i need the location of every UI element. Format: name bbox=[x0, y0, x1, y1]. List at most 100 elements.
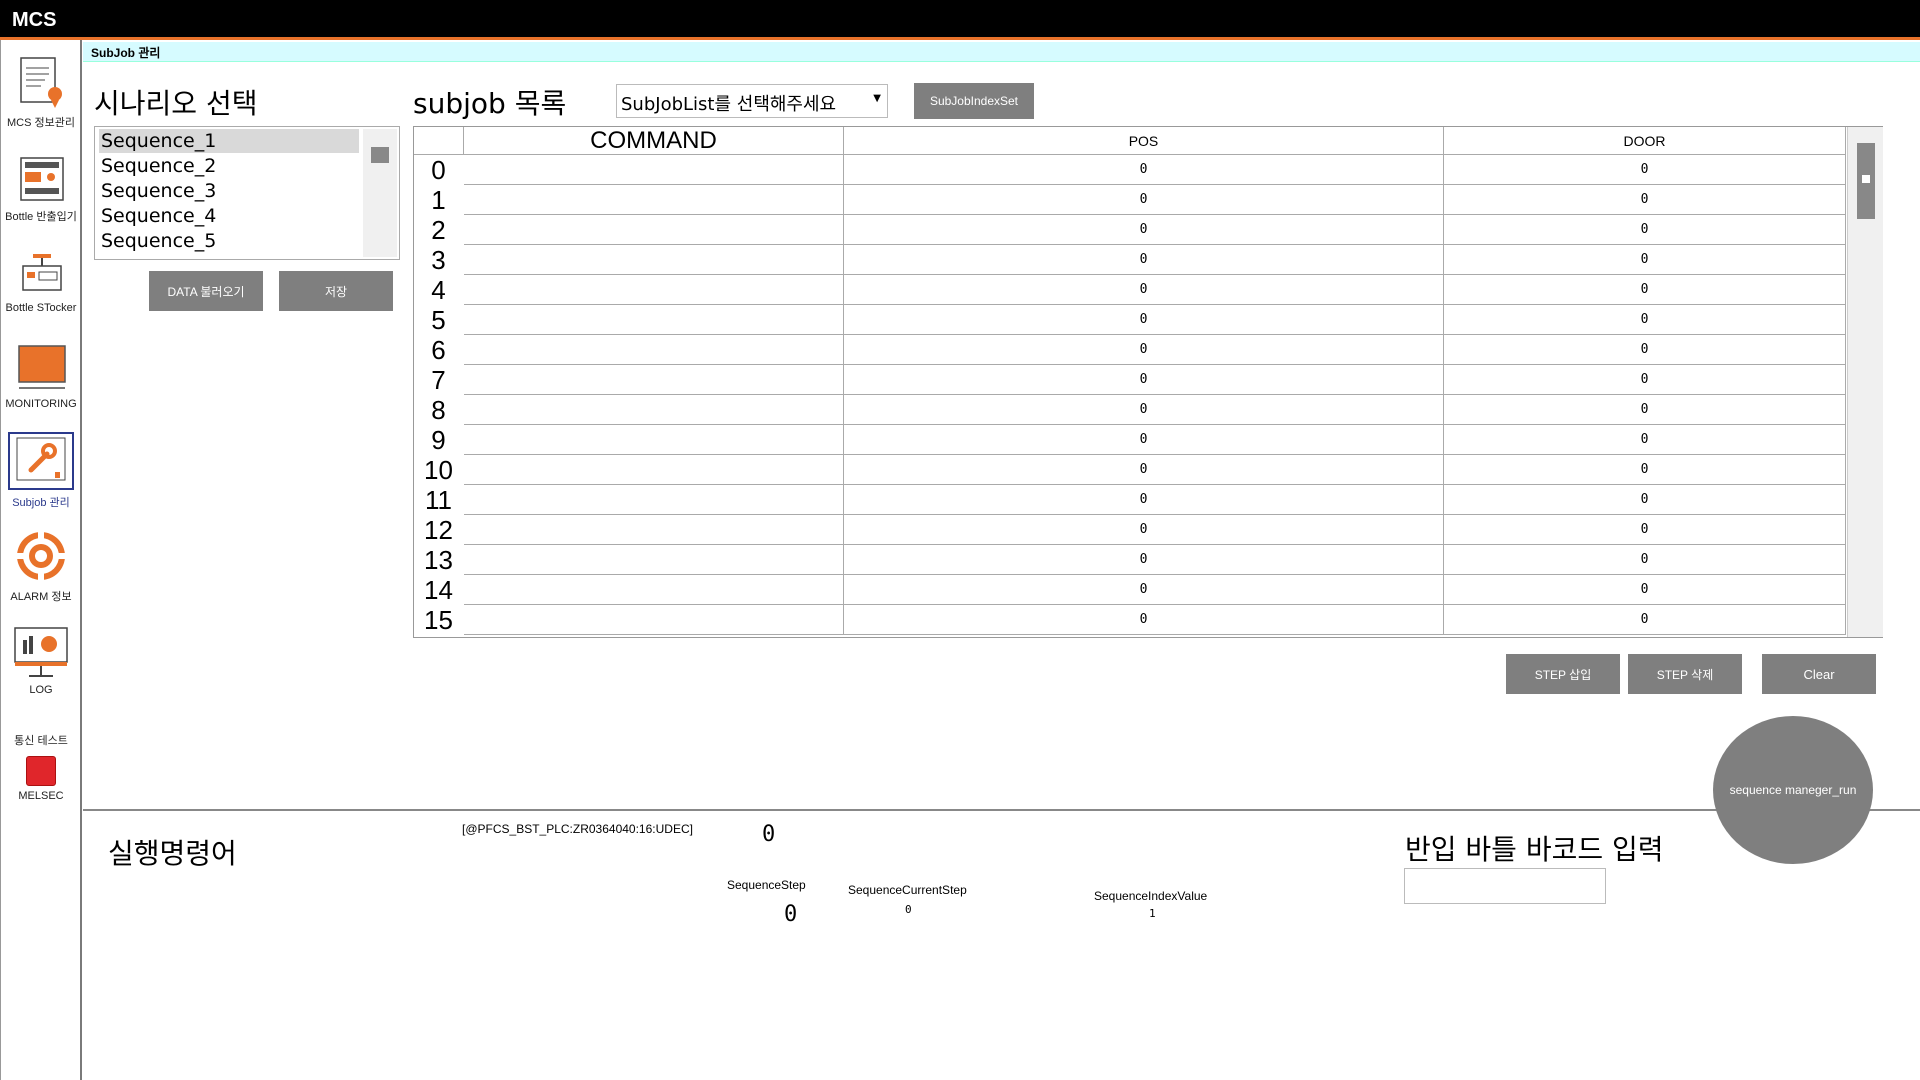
scenario-list[interactable]: Sequence_1 Sequence_2 Sequence_3 Sequenc… bbox=[94, 126, 400, 260]
door-cell[interactable]: 0 bbox=[1444, 425, 1846, 455]
list-item[interactable]: Sequence_2 bbox=[99, 154, 359, 178]
sidebar-item-bottle-io[interactable]: Bottle 반출입기 bbox=[1, 154, 81, 224]
subjob-select[interactable]: SubJobList를 선택해주세요 ▼ bbox=[616, 84, 888, 118]
command-cell[interactable] bbox=[464, 365, 844, 395]
comm-test-section: 통신 테스트 MELSEC bbox=[1, 732, 81, 802]
door-cell[interactable]: 0 bbox=[1444, 395, 1846, 425]
command-cell[interactable] bbox=[464, 425, 844, 455]
command-cell[interactable] bbox=[464, 515, 844, 545]
sidebar-item-alarm[interactable]: ALARM 정보 bbox=[1, 528, 81, 604]
wrench-icon bbox=[16, 437, 66, 481]
pos-cell[interactable]: 0 bbox=[844, 455, 1444, 485]
command-cell[interactable] bbox=[464, 575, 844, 605]
door-cell[interactable]: 0 bbox=[1444, 155, 1846, 185]
command-cell[interactable] bbox=[464, 545, 844, 575]
tab-subjob[interactable]: SubJob 관리 bbox=[91, 44, 160, 61]
list-item[interactable]: Sequence_3 bbox=[99, 179, 359, 203]
pos-cell[interactable]: 0 bbox=[844, 305, 1444, 335]
row-index: 8 bbox=[414, 395, 463, 425]
row-index: 3 bbox=[414, 245, 463, 275]
command-cell[interactable] bbox=[464, 155, 844, 185]
pos-cell[interactable]: 0 bbox=[844, 605, 1444, 635]
table-corner bbox=[414, 127, 464, 155]
sidebar-item-bottle-stocker[interactable]: Bottle STocker bbox=[1, 250, 81, 314]
pos-cell[interactable]: 0 bbox=[844, 155, 1444, 185]
alarm-ring-icon bbox=[15, 530, 67, 582]
pos-cell[interactable]: 0 bbox=[844, 185, 1444, 215]
list-scrollbar[interactable] bbox=[363, 129, 397, 257]
column-header-command[interactable]: COMMAND bbox=[464, 127, 844, 155]
melsec-status-indicator[interactable] bbox=[26, 756, 56, 786]
barcode-input[interactable] bbox=[1404, 868, 1606, 904]
pos-cell[interactable]: 0 bbox=[844, 245, 1444, 275]
scrollbar-thumb[interactable] bbox=[371, 147, 389, 163]
door-cell[interactable]: 0 bbox=[1444, 605, 1846, 635]
list-item[interactable]: Sequence_1 bbox=[99, 129, 359, 153]
pos-cell[interactable]: 0 bbox=[844, 215, 1444, 245]
monitor-icon bbox=[18, 345, 66, 389]
pos-cell[interactable]: 0 bbox=[844, 545, 1444, 575]
stocker-icon bbox=[22, 254, 62, 291]
door-cell[interactable]: 0 bbox=[1444, 545, 1846, 575]
command-cell[interactable] bbox=[464, 305, 844, 335]
plc-address: [@PFCS_BST_PLC:ZR0364040:16:UDEC] bbox=[462, 822, 693, 836]
section-divider bbox=[83, 809, 1920, 811]
door-cell[interactable]: 0 bbox=[1444, 485, 1846, 515]
row-index: 1 bbox=[414, 185, 463, 215]
command-cell[interactable] bbox=[464, 455, 844, 485]
list-item[interactable]: Sequence_4 bbox=[99, 204, 359, 228]
command-cell[interactable] bbox=[464, 185, 844, 215]
command-cell[interactable] bbox=[464, 275, 844, 305]
chart-monitor-icon bbox=[14, 627, 68, 677]
sequence-current-step-value: 0 bbox=[905, 903, 912, 916]
command-cell[interactable] bbox=[464, 485, 844, 515]
sequence-run-button[interactable]: sequence maneger_run bbox=[1713, 716, 1873, 864]
sidebar: MCS 정보관리 Bottle 반출입기 Bottle STocker MONI… bbox=[0, 40, 82, 1080]
pos-cell[interactable]: 0 bbox=[844, 335, 1444, 365]
scenario-title: 시나리오 선택 bbox=[94, 87, 258, 120]
subjob-table: COMMAND POS DOOR 00010020030040050060070… bbox=[413, 126, 1883, 638]
step-delete-button[interactable]: STEP 삭제 bbox=[1628, 654, 1742, 694]
pos-cell[interactable]: 0 bbox=[844, 425, 1444, 455]
pos-cell[interactable]: 0 bbox=[844, 275, 1444, 305]
door-cell[interactable]: 0 bbox=[1444, 275, 1846, 305]
subjob-index-set-button[interactable]: SubJobIndexSet bbox=[914, 83, 1034, 119]
sidebar-item-monitoring[interactable]: MONITORING bbox=[1, 342, 81, 410]
row-index: 0 bbox=[414, 155, 463, 185]
door-cell[interactable]: 0 bbox=[1444, 215, 1846, 245]
list-item[interactable]: Sequence_5 bbox=[99, 229, 359, 253]
pos-cell[interactable]: 0 bbox=[844, 485, 1444, 515]
sidebar-item-mcs-info[interactable]: MCS 정보관리 bbox=[1, 54, 81, 130]
column-header-door[interactable]: DOOR bbox=[1444, 127, 1846, 155]
pos-cell[interactable]: 0 bbox=[844, 365, 1444, 395]
door-cell[interactable]: 0 bbox=[1444, 365, 1846, 395]
command-cell[interactable] bbox=[464, 335, 844, 365]
sidebar-item-subjob[interactable]: Subjob 관리 bbox=[1, 432, 81, 510]
command-cell[interactable] bbox=[464, 215, 844, 245]
command-cell[interactable] bbox=[464, 395, 844, 425]
row-index: 11 bbox=[414, 485, 463, 515]
pos-cell[interactable]: 0 bbox=[844, 395, 1444, 425]
door-cell[interactable]: 0 bbox=[1444, 305, 1846, 335]
table-scrollbar[interactable] bbox=[1847, 127, 1883, 637]
sidebar-item-label: MCS 정보관리 bbox=[7, 117, 75, 129]
step-insert-button[interactable]: STEP 삽입 bbox=[1506, 654, 1620, 694]
door-cell[interactable]: 0 bbox=[1444, 455, 1846, 485]
door-cell[interactable]: 0 bbox=[1444, 245, 1846, 275]
scrollbar-thumb[interactable] bbox=[1857, 143, 1875, 219]
door-cell[interactable]: 0 bbox=[1444, 515, 1846, 545]
app-title: MCS bbox=[12, 9, 57, 31]
pos-cell[interactable]: 0 bbox=[844, 515, 1444, 545]
sidebar-item-log[interactable]: LOG bbox=[1, 624, 81, 696]
command-cell[interactable] bbox=[464, 605, 844, 635]
door-cell[interactable]: 0 bbox=[1444, 185, 1846, 215]
column-header-pos[interactable]: POS bbox=[844, 127, 1444, 155]
door-cell[interactable]: 0 bbox=[1444, 575, 1846, 605]
command-cell[interactable] bbox=[464, 245, 844, 275]
tab-bar: SubJob 관리 bbox=[83, 42, 1920, 62]
pos-cell[interactable]: 0 bbox=[844, 575, 1444, 605]
load-data-button[interactable]: DATA 불러오기 bbox=[149, 271, 263, 311]
clear-button[interactable]: Clear bbox=[1762, 654, 1876, 694]
save-button[interactable]: 저장 bbox=[279, 271, 393, 311]
door-cell[interactable]: 0 bbox=[1444, 335, 1846, 365]
